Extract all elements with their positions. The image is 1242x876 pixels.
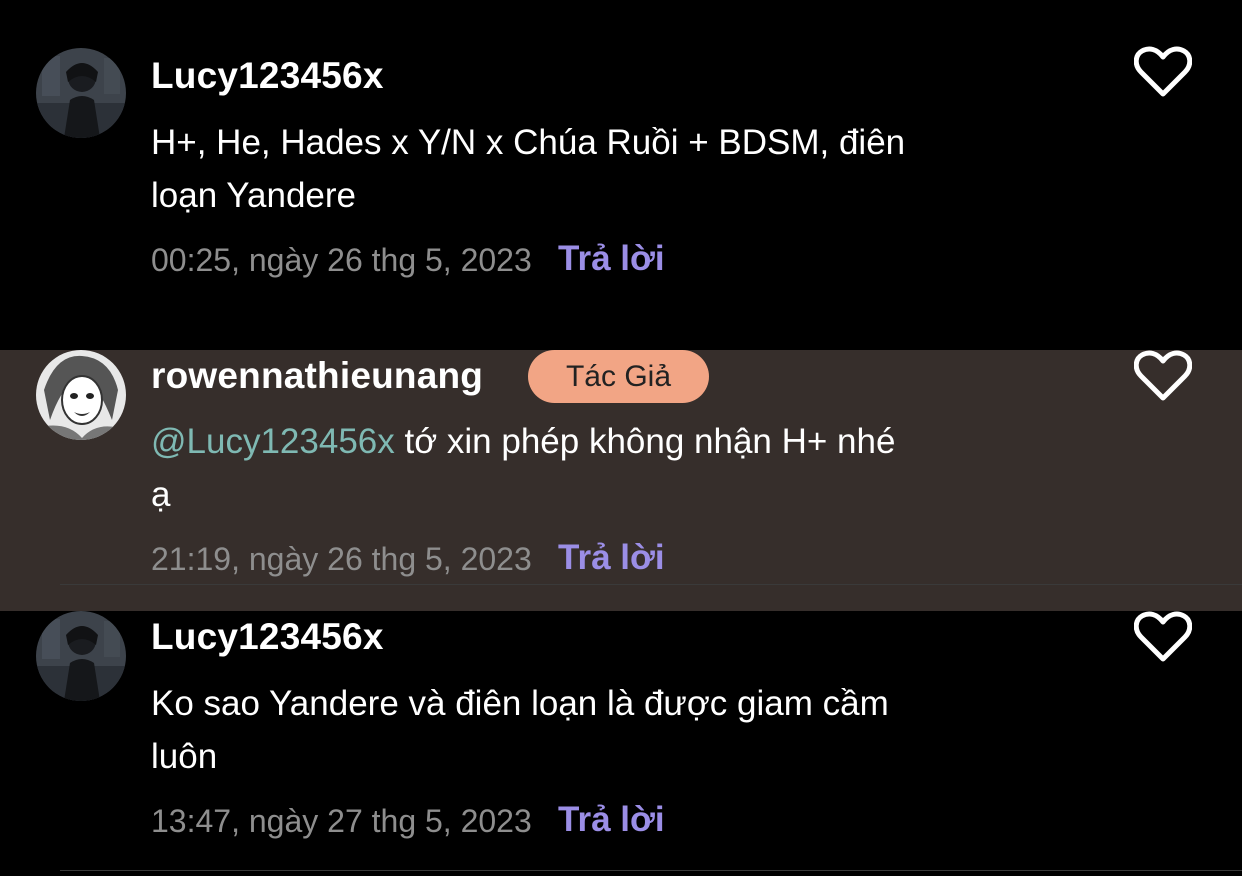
reply-button[interactable]: Trả lời — [558, 538, 665, 578]
comment-username[interactable]: rowennathieunang — [151, 355, 483, 397]
comment-text: @Lucy123456x tớ xin phép không nhận H+ n… — [151, 415, 911, 521]
comment-username[interactable]: Lucy123456x — [151, 55, 384, 97]
comment-text: H+, He, Hades x Y/N x Chúa Ruồi + BDSM, … — [151, 123, 906, 215]
divider — [60, 870, 1242, 871]
author-avatar[interactable] — [36, 350, 126, 440]
user-avatar[interactable] — [36, 611, 126, 701]
user-mention-link[interactable]: @Lucy123456x — [151, 422, 395, 461]
comment-thread: Lucy123456x H+, He, Hades x Y/N x Chúa R… — [0, 0, 1242, 876]
heart-outline-icon[interactable] — [1133, 46, 1193, 98]
comment-item: Lucy123456x Ko sao Yandere và điên loạn … — [0, 611, 1242, 876]
divider — [60, 584, 1242, 585]
comment-timestamp: 21:19, ngày 26 thg 5, 2023 — [151, 541, 532, 577]
comment-timestamp: 13:47, ngày 27 thg 5, 2023 — [151, 803, 532, 839]
comment-timestamp: 00:25, ngày 26 thg 5, 2023 — [151, 242, 532, 278]
reply-button[interactable]: Trả lời — [558, 239, 665, 279]
author-badge: Tác Giả — [528, 350, 709, 403]
reply-button[interactable]: Trả lời — [558, 800, 665, 840]
comment-item: Lucy123456x H+, He, Hades x Y/N x Chúa R… — [0, 0, 1242, 350]
heart-outline-icon[interactable] — [1133, 611, 1193, 663]
user-avatar[interactable] — [36, 48, 126, 138]
comment-text: Ko sao Yandere và điên loạn là được giam… — [151, 684, 889, 776]
comment-item-author: rowennathieunang Tác Giả @Lucy123456x tớ… — [0, 350, 1242, 611]
heart-outline-icon[interactable] — [1133, 350, 1193, 402]
comment-username[interactable]: Lucy123456x — [151, 616, 384, 658]
